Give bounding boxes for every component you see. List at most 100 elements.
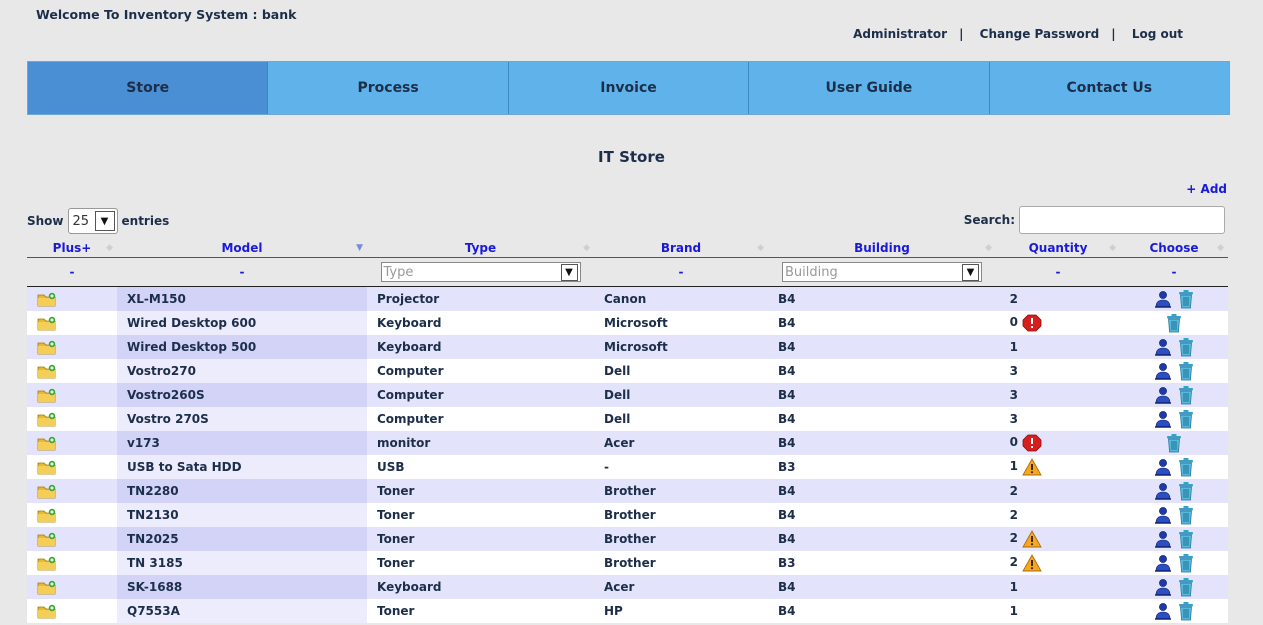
type-filter-select[interactable]: Type ▼ xyxy=(380,262,581,282)
search-label: Search: xyxy=(963,213,1015,227)
user-icon[interactable] xyxy=(1153,410,1173,428)
col-building[interactable]: Building ◆ xyxy=(768,238,996,258)
row-model: Q7553A xyxy=(117,598,367,623)
error-stop-icon xyxy=(1022,434,1042,451)
row-building: B4 xyxy=(778,387,796,402)
tab-process[interactable]: Process xyxy=(268,62,509,114)
row-model: SK-1688 xyxy=(117,574,367,599)
trash-icon[interactable] xyxy=(1177,481,1195,500)
entries-select[interactable]: 25 ▼ xyxy=(67,208,118,234)
user-icon[interactable] xyxy=(1153,578,1173,596)
row-quantity-cell: 1 xyxy=(996,599,1120,623)
folder-add-icon[interactable] xyxy=(37,531,57,546)
col-model[interactable]: Model ▼ xyxy=(117,238,367,258)
user-icon[interactable] xyxy=(1153,386,1173,404)
tab-invoice[interactable]: Invoice xyxy=(509,62,750,114)
administrator-link[interactable]: Administrator xyxy=(853,27,947,41)
chevron-down-icon: ▼ xyxy=(962,263,979,281)
row-plus-cell xyxy=(27,407,117,431)
folder-add-icon[interactable] xyxy=(37,507,57,522)
user-icon[interactable] xyxy=(1153,290,1173,308)
row-type: Computer xyxy=(377,363,444,378)
search-input[interactable] xyxy=(1019,206,1225,234)
trash-icon[interactable] xyxy=(1165,313,1183,332)
sort-icon: ◆ xyxy=(106,243,113,253)
col-brand-label: Brand xyxy=(660,240,702,255)
filter-plus: - xyxy=(27,257,117,287)
trash-icon[interactable] xyxy=(1177,289,1195,309)
row-model: TN 3185 xyxy=(117,550,367,575)
row-building: B4 xyxy=(778,363,796,378)
trash-icon[interactable] xyxy=(1177,577,1195,596)
user-icon[interactable] xyxy=(1153,506,1173,524)
folder-add-icon[interactable] xyxy=(37,579,57,594)
folder-add-icon[interactable] xyxy=(37,387,57,402)
folder-add-icon[interactable] xyxy=(37,459,57,474)
trash-icon[interactable] xyxy=(1177,529,1195,548)
user-icon[interactable] xyxy=(1153,458,1173,476)
tab-contact-us[interactable]: Contact Us xyxy=(990,62,1229,114)
trash-icon[interactable] xyxy=(1177,457,1195,476)
entries-select-value: 25 xyxy=(72,213,90,229)
row-building: B4 xyxy=(778,339,796,354)
row-quantity: 3 xyxy=(1009,363,1018,378)
tab-user-guide[interactable]: User Guide xyxy=(749,62,990,114)
col-plus[interactable]: Plus+ ◆ xyxy=(27,238,117,258)
trash-icon[interactable] xyxy=(1165,433,1183,452)
row-model: Wired Desktop 500 xyxy=(117,334,367,359)
user-icon[interactable] xyxy=(1153,482,1173,500)
user-icon[interactable] xyxy=(1153,338,1173,356)
user-icon[interactable] xyxy=(1153,554,1173,572)
trash-icon[interactable] xyxy=(1177,553,1195,572)
change-password-link[interactable]: Change Password xyxy=(980,27,1100,41)
row-brand: Canon xyxy=(604,291,647,306)
folder-add-icon[interactable] xyxy=(37,291,57,307)
row-choose-cell xyxy=(1120,503,1228,527)
user-icon[interactable] xyxy=(1153,362,1173,380)
table-row: SK-1688 Keyboard Acer B4 1 xyxy=(27,574,1228,599)
error-stop-icon xyxy=(1022,314,1042,331)
show-label: Show xyxy=(27,214,64,228)
folder-add-icon[interactable] xyxy=(37,555,57,570)
search-control: Search: xyxy=(964,206,1225,234)
building-filter-placeholder: Building xyxy=(785,264,838,280)
warning-icon xyxy=(1022,529,1042,547)
trash-icon[interactable] xyxy=(1177,505,1195,524)
folder-add-icon[interactable] xyxy=(37,411,57,426)
add-item-link[interactable]: + Add xyxy=(1186,182,1227,196)
row-brand: Microsoft xyxy=(604,315,668,330)
row-brand: Acer xyxy=(604,579,635,594)
col-type[interactable]: Type ◆ xyxy=(367,238,594,258)
row-quantity-cell: 3 xyxy=(996,407,1120,431)
folder-add-icon[interactable] xyxy=(37,435,57,450)
trash-icon[interactable] xyxy=(1177,601,1195,620)
col-quantity[interactable]: Quantity ◆ xyxy=(996,238,1120,258)
entries-length-control: Show 25 ▼ entries xyxy=(27,208,169,234)
entries-label: entries xyxy=(121,214,170,228)
building-filter-select[interactable]: Building ▼ xyxy=(782,262,982,282)
row-quantity: 2 xyxy=(1009,291,1018,306)
col-brand[interactable]: Brand ◆ xyxy=(594,238,768,258)
trash-icon[interactable] xyxy=(1177,385,1195,404)
row-plus-cell xyxy=(27,503,117,527)
row-quantity: 2 xyxy=(1009,531,1018,545)
user-icon[interactable] xyxy=(1153,602,1173,620)
table-row: Vostro 270S Computer Dell B4 3 xyxy=(27,406,1228,431)
folder-add-icon[interactable] xyxy=(37,603,57,618)
folder-add-icon[interactable] xyxy=(37,339,57,354)
col-choose[interactable]: Choose ◆ xyxy=(1120,238,1228,258)
logout-link[interactable]: Log out xyxy=(1132,27,1183,41)
row-building: B4 xyxy=(778,507,796,522)
row-plus-cell xyxy=(27,311,117,335)
row-model: Wired Desktop 600 xyxy=(117,310,367,335)
folder-add-icon[interactable] xyxy=(37,483,57,498)
folder-add-icon[interactable] xyxy=(37,315,57,330)
tab-store[interactable]: Store xyxy=(28,62,269,114)
user-icon[interactable] xyxy=(1153,530,1173,548)
row-plus-cell xyxy=(27,335,117,359)
trash-icon[interactable] xyxy=(1177,409,1195,428)
row-choose-cell xyxy=(1120,407,1228,431)
trash-icon[interactable] xyxy=(1177,361,1195,380)
trash-icon[interactable] xyxy=(1177,337,1195,356)
folder-add-icon[interactable] xyxy=(37,363,57,378)
